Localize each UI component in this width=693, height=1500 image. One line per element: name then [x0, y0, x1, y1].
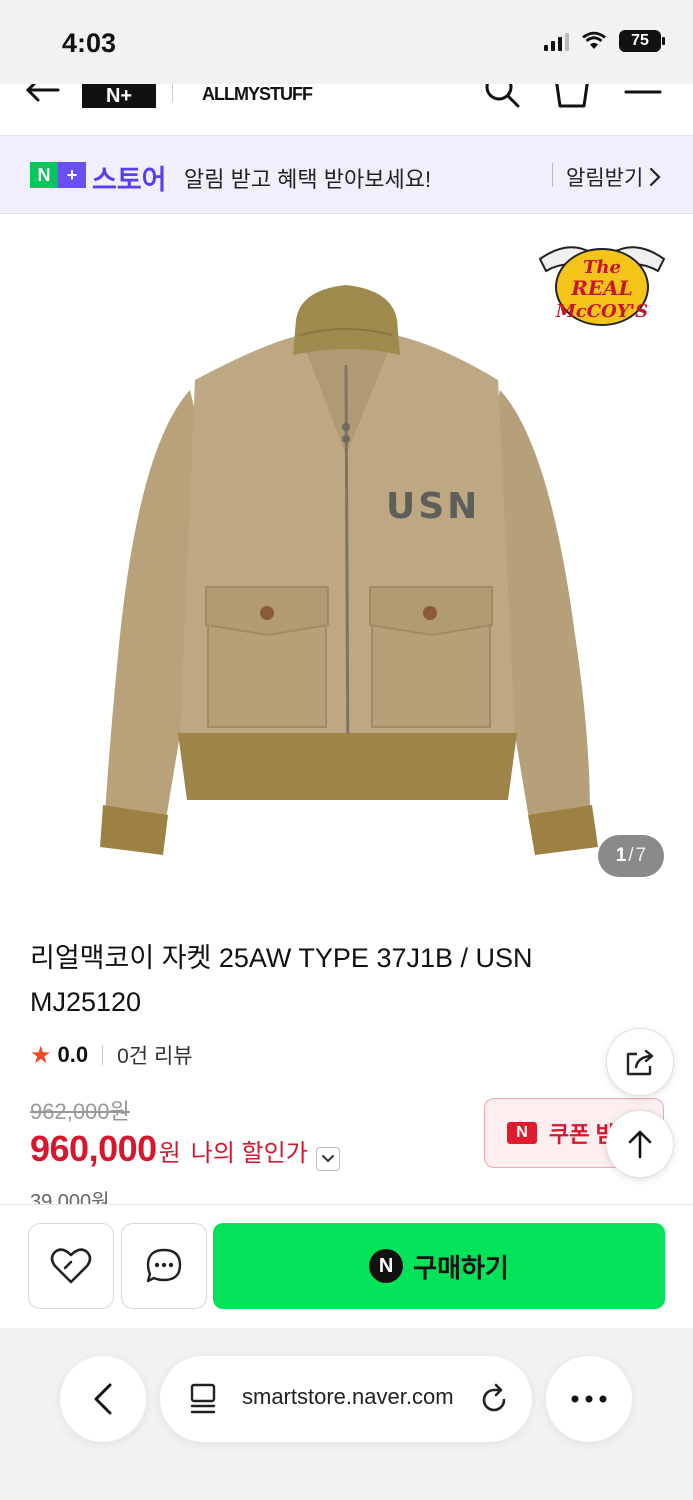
coupon-n-badge: N [507, 1122, 537, 1144]
heart-icon [50, 1248, 92, 1284]
buy-now-button[interactable]: N 구매하기 [213, 1223, 665, 1309]
my-discount-label: 나의 할인가 [190, 1140, 308, 1167]
menu-icon[interactable] [624, 84, 662, 106]
talk-inquiry-button[interactable] [121, 1223, 207, 1309]
sale-price-row: 960,000 원 나의 할인가 [30, 1128, 340, 1171]
badge-n: N [30, 162, 58, 188]
share-icon [626, 1049, 654, 1076]
discount-expand-button[interactable] [315, 1147, 340, 1171]
image-counter-current: 1 [615, 845, 627, 866]
battery-icon: 75 [619, 30, 665, 52]
store-name[interactable]: ALLMYSTUFF [202, 84, 313, 105]
subscribe-alert-label: 알림받기 [566, 167, 644, 190]
header-divider [172, 84, 173, 102]
image-counter-separator: / [628, 845, 634, 866]
chat-bubble-icon [146, 1248, 182, 1283]
cellular-signal-icon [544, 31, 569, 51]
site-header: N+ ALLMYSTUFF [0, 84, 693, 136]
original-price: 962,000원 [30, 1099, 130, 1124]
badge-plus: + [58, 162, 86, 188]
chevron-right-icon [650, 167, 661, 187]
buy-now-label: 구매하기 [413, 1252, 509, 1283]
wishlist-button[interactable] [28, 1223, 114, 1309]
reader-mode-icon[interactable] [188, 1382, 218, 1414]
nplus-logo-text: N+ [105, 84, 133, 107]
browser-toolbar: smartstore.naver.com [0, 1328, 693, 1500]
rating-row[interactable]: ★ 0.0 0건 리뷰 [30, 1040, 193, 1070]
brand-logo-line3: McCOY'S [555, 301, 648, 322]
arrow-up-icon [628, 1130, 652, 1159]
naver-plus-logo[interactable]: N+ [82, 84, 156, 108]
promo-divider [552, 163, 553, 187]
chevron-left-icon [94, 1383, 112, 1415]
real-mccoys-brand-logo: The REAL McCOY'S [538, 246, 666, 326]
brand-logo-line1: The [583, 257, 621, 278]
star-icon: ★ [30, 1041, 52, 1069]
back-arrow-icon[interactable] [24, 84, 60, 108]
browser-more-button[interactable] [546, 1356, 632, 1442]
naver-plus-store-badge: N + [30, 162, 86, 188]
product-title: 리얼맥코이 자켓 25AW TYPE 37J1B / USN MJ25120 [30, 943, 533, 1017]
jacket-usn-print: USN [386, 486, 480, 527]
browser-back-button[interactable] [60, 1356, 146, 1442]
image-counter: 1/7 [598, 835, 664, 877]
shipping-fee-partial: 39,000원 [30, 1190, 110, 1204]
shipping-fee-value: 39,000원 [30, 1191, 110, 1204]
search-icon[interactable] [482, 84, 522, 110]
subscribe-alert-button[interactable]: 알림받기 [566, 162, 661, 192]
address-bar[interactable]: smartstore.naver.com [160, 1356, 532, 1442]
sale-price: 960,000 [30, 1128, 157, 1169]
review-count-link[interactable]: 0건 리뷰 [117, 1040, 192, 1070]
cart-icon[interactable] [552, 84, 592, 110]
store-label: 스토어 [92, 165, 167, 195]
purchase-action-bar: N 구매하기 [0, 1204, 693, 1328]
url-text[interactable]: smartstore.naver.com [242, 1384, 454, 1410]
scroll-to-top-button[interactable] [606, 1110, 674, 1178]
brand-logo-line2: REAL [570, 276, 632, 300]
promo-message: 알림 받고 혜택 받아보세요! [184, 167, 432, 192]
more-dots-icon [571, 1395, 607, 1403]
status-bar: 4:03 75 [0, 0, 693, 84]
reload-icon[interactable] [478, 1382, 510, 1416]
notification-promo-banner[interactable]: N + 스토어 알림 받고 혜택 받아보세요! 알림받기 [0, 136, 693, 214]
status-icons: 75 [544, 30, 665, 52]
status-time: 4:03 [62, 28, 117, 58]
image-counter-total: 7 [635, 845, 647, 866]
share-button[interactable] [606, 1028, 674, 1096]
chevron-down-icon [321, 1155, 334, 1163]
product-image-gallery[interactable]: USN The REAL McCOY'S 1/7 [0, 215, 693, 905]
wifi-icon [582, 31, 606, 49]
rating-divider [102, 1045, 104, 1065]
currency-unit: 원 [158, 1140, 181, 1167]
naver-pay-n-icon: N [369, 1249, 404, 1283]
rating-value: 0.0 [57, 1042, 89, 1067]
